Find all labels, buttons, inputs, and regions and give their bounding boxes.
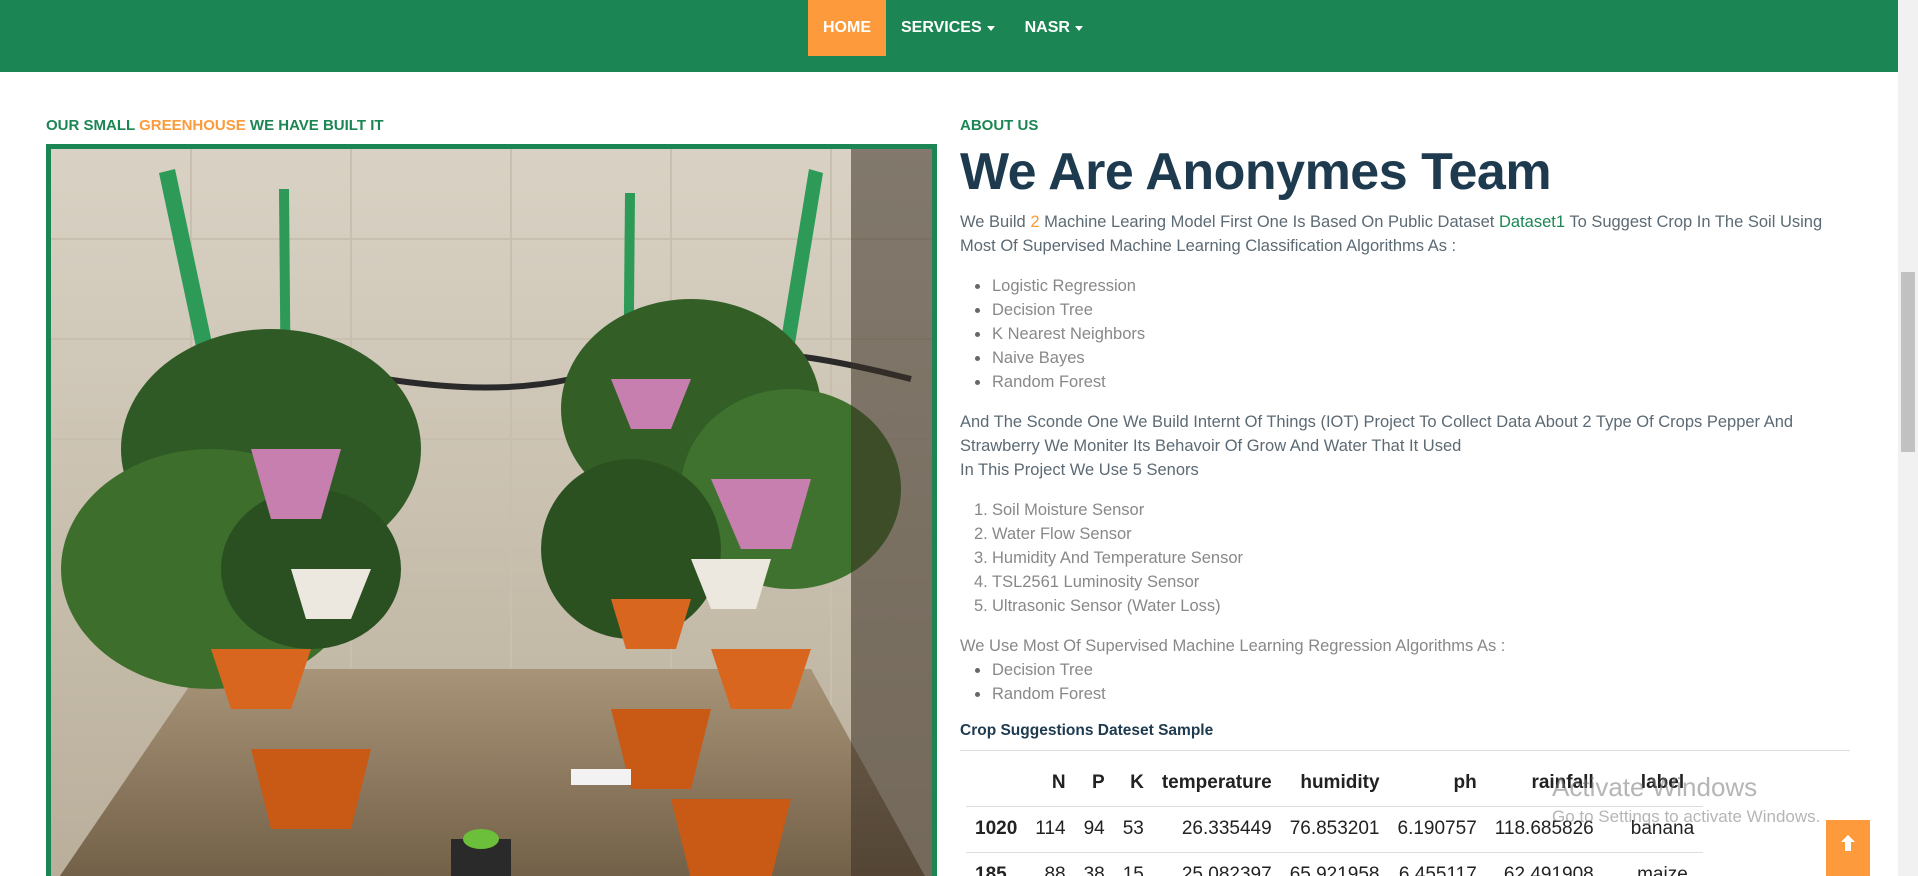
nav-services[interactable]: SERVICES [886, 0, 1010, 56]
table-cell: 25.082397 [1152, 851, 1281, 876]
dataset-sample-heading: Crop Suggestions Dateset Sample [960, 722, 1214, 739]
back-to-top-button[interactable] [1826, 820, 1870, 876]
list-item: 5. Ultrasonic Sensor (Water Loss) [974, 597, 1221, 615]
list-item: 1. Soil Moisture Sensor [974, 501, 1145, 519]
column-header: temperature [1161, 771, 1272, 793]
nav-home-label: HOME [823, 19, 871, 36]
list-item: Logistic Regression [974, 274, 1145, 298]
dataset1-link[interactable]: Dataset1 [1499, 213, 1565, 231]
table-cell: 26.335449 [1152, 805, 1281, 852]
nav-home[interactable]: HOME [808, 0, 886, 56]
nav-nasr[interactable]: NASR [1010, 0, 1098, 56]
greenhouse-photo-illustration [51, 149, 932, 876]
table-cell: 15 [1113, 851, 1153, 876]
table-cell: 114 [1026, 805, 1075, 852]
row-index: 1020 [966, 805, 1027, 852]
table-cell: 6.455117 [1388, 851, 1486, 876]
regression-list: Decision Tree Random Forest [975, 658, 1106, 706]
column-header: P [1092, 771, 1105, 793]
column-header: ph [1453, 771, 1477, 793]
activate-windows-subtext: Go to Settings to activate Windows. [1552, 807, 1821, 826]
column-header: K [1130, 771, 1144, 793]
sensor-label: Ultrasonic Sensor (Water Loss) [992, 597, 1221, 615]
list-item: Decision Tree [975, 658, 1106, 682]
page-scrollbar[interactable] [1898, 0, 1918, 876]
list-item: 3. Humidity And Temperature Sensor [974, 549, 1243, 567]
table-cell: 94 [1074, 805, 1114, 852]
main-nav: HOME SERVICES NASR [808, 0, 1098, 56]
table-cell: 62.491908 [1485, 851, 1603, 876]
table-cell: 88 [1026, 851, 1075, 876]
table-row: 185 88 38 15 25.082397 65.921958 6.45511… [966, 851, 1704, 876]
divider [960, 750, 1850, 751]
classifier-list: Logistic Regression Decision Tree K Near… [974, 274, 1145, 394]
sensor-label: Water Flow Sensor [992, 525, 1132, 543]
page-title: We Are Anonymes Team [960, 143, 1552, 201]
arrow-up-icon [1841, 835, 1855, 851]
sensor-label: Humidity And Temperature Sensor [992, 549, 1243, 567]
sensor-intro: In This Project We Use 5 Senors [960, 461, 1199, 479]
list-item: 2. Water Flow Sensor [974, 525, 1132, 543]
list-item: Random Forest [974, 370, 1145, 394]
sensor-label: TSL2561 Luminosity Sensor [992, 573, 1200, 591]
top-navbar: HOME SERVICES NASR [0, 0, 1898, 72]
column-header [966, 760, 1026, 806]
intro-text-b: Machine Learing Model First One Is Based… [1039, 213, 1499, 231]
nav-nasr-label: NASR [1024, 19, 1070, 36]
activate-windows-watermark: Activate Windows [1552, 772, 1758, 802]
list-item: Naive Bayes [974, 346, 1145, 370]
regression-intro: We Use Most Of Supervised Machine Learni… [960, 637, 1506, 655]
list-item: Random Forest [975, 682, 1106, 706]
column-header: humidity [1300, 771, 1380, 793]
greenhouse-heading-post: WE HAVE BUILT IT [245, 117, 384, 134]
caret-down-icon [986, 25, 995, 31]
greenhouse-heading-pre: OUR SMALL [46, 117, 140, 134]
table-cell: maize [1602, 851, 1704, 876]
intro-model-count: 2 [1030, 213, 1040, 231]
intro-text-a: We Build [960, 213, 1031, 231]
intro-paragraph: We Build 2 Machine Learing Model First O… [960, 210, 1850, 258]
greenhouse-heading: OUR SMALL GREENHOUSE WE HAVE BUILT IT [46, 117, 384, 134]
nav-services-label: SERVICES [901, 19, 982, 36]
caret-down-icon [1074, 25, 1083, 31]
list-item: Decision Tree [974, 298, 1145, 322]
row-index: 185 [966, 851, 1027, 876]
table-cell: 65.921958 [1280, 851, 1389, 876]
table-cell: 6.190757 [1388, 805, 1486, 852]
list-item: K Nearest Neighbors [974, 322, 1145, 346]
greenhouse-heading-highlight: GREENHOUSE [139, 117, 246, 134]
greenhouse-photo [46, 144, 937, 876]
about-label: ABOUT US [960, 117, 1039, 134]
table-cell: 38 [1074, 851, 1114, 876]
table-cell: 76.853201 [1280, 805, 1389, 852]
column-header: N [1051, 771, 1066, 793]
sensor-label: Soil Moisture Sensor [992, 501, 1145, 519]
iot-paragraph: And The Sconde One We Build Internt Of T… [960, 413, 1794, 455]
table-cell: 53 [1113, 805, 1153, 852]
list-item: 4. TSL2561 Luminosity Sensor [974, 573, 1200, 591]
sensor-list: 1. Soil Moisture Sensor 2. Water Flow Sens… [974, 498, 1243, 618]
scrollbar-thumb[interactable] [1901, 272, 1915, 452]
